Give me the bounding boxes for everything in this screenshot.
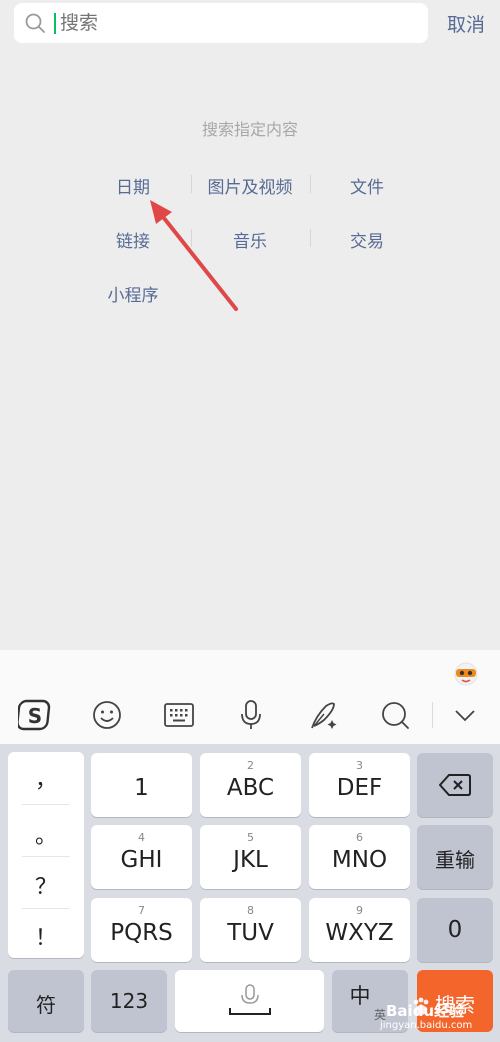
punctuation-exclamation-key[interactable]: ！ xyxy=(8,920,84,952)
key-label: 0 xyxy=(447,917,463,943)
backspace-icon xyxy=(439,774,471,796)
key-9-wxyz[interactable]: 9 WXYZ xyxy=(309,898,410,962)
key-7-pqrs[interactable]: 7 PQRS xyxy=(91,898,192,962)
mascot-icon[interactable] xyxy=(452,660,480,686)
filter-transactions[interactable]: 交易 xyxy=(297,227,437,252)
punctuation-divider xyxy=(22,856,70,857)
symbol-key[interactable]: 符 xyxy=(8,970,84,1032)
annotation-arrow xyxy=(150,200,238,311)
search-box[interactable] xyxy=(14,3,428,43)
key-label: ABC xyxy=(226,775,275,801)
key-label: GHI xyxy=(120,847,163,873)
key-label: MNO xyxy=(331,847,388,873)
handwriting-icon[interactable] xyxy=(306,698,340,732)
key-label: WXYZ xyxy=(325,920,394,946)
search-icon xyxy=(25,13,45,33)
emoji-icon[interactable] xyxy=(90,698,124,732)
key-label: DEF xyxy=(336,775,383,801)
collapse-keyboard-icon[interactable] xyxy=(448,698,482,732)
watermark-brand: Baidu经验 xyxy=(386,1002,465,1020)
svg-text:S: S xyxy=(28,704,42,728)
key-number: 9 xyxy=(356,904,363,917)
text-caret xyxy=(54,13,56,34)
punctuation-divider xyxy=(22,804,70,805)
key-6-mno[interactable]: 6 MNO xyxy=(309,825,410,889)
key-label: 1 xyxy=(134,775,149,801)
key-label: TUV xyxy=(227,920,274,946)
key-number: 4 xyxy=(138,831,145,844)
numeric-key[interactable]: 123 xyxy=(91,970,167,1032)
toolbar-divider xyxy=(432,702,433,728)
key-3-def[interactable]: 3 DEF xyxy=(309,753,410,817)
punctuation-panel: ， 。 ？ ！ xyxy=(8,752,84,958)
watermark: Baidu经验 jingyan.baidu.com xyxy=(380,990,496,1036)
key-0[interactable]: 0 xyxy=(417,898,493,962)
filter-divider xyxy=(310,175,311,193)
keyboard-toolbar: S xyxy=(0,650,500,744)
key-2-abc[interactable]: 2 ABC xyxy=(200,753,301,817)
key-label: 123 xyxy=(109,989,149,1013)
key-label: 重输 xyxy=(435,848,475,872)
search-input[interactable] xyxy=(60,11,420,35)
key-number: 8 xyxy=(247,904,254,917)
punctuation-question-key[interactable]: ？ xyxy=(8,869,84,901)
filter-files[interactable]: 文件 xyxy=(297,173,437,198)
filter-divider xyxy=(310,229,311,247)
watermark-url: jingyan.baidu.com xyxy=(380,1020,473,1031)
space-microphone-icon xyxy=(229,984,271,1015)
keyboard-icon[interactable] xyxy=(162,698,196,732)
key-number: 2 xyxy=(247,759,254,772)
key-number: 5 xyxy=(247,831,254,844)
key-8-tuv[interactable]: 8 TUV xyxy=(200,898,301,962)
filter-divider xyxy=(191,175,192,193)
space-key[interactable] xyxy=(175,970,324,1032)
key-label: PQRS xyxy=(110,920,173,946)
key-5-jkl[interactable]: 5 JKL xyxy=(200,825,301,889)
reinput-key[interactable]: 重输 xyxy=(417,825,493,889)
sogou-logo-icon[interactable]: S xyxy=(18,698,52,732)
key-label: JKL xyxy=(233,847,268,873)
key-number: 7 xyxy=(138,904,145,917)
keyboard: S ， 。 ？ ！ 1 2 ABC 3 DEF 4 GHI 5 JKL 6 MN… xyxy=(0,650,500,1042)
microphone-icon[interactable] xyxy=(234,698,268,732)
key-label: 符 xyxy=(36,993,56,1017)
backspace-key[interactable] xyxy=(417,753,493,817)
punctuation-divider xyxy=(22,908,70,909)
cancel-button[interactable]: 取消 xyxy=(438,10,494,37)
key-number: 6 xyxy=(356,831,363,844)
key-4-ghi[interactable]: 4 GHI xyxy=(91,825,192,889)
filter-section-title: 搜索指定内容 xyxy=(201,120,298,139)
key-number: 3 xyxy=(356,759,363,772)
search-icon[interactable] xyxy=(378,698,412,732)
key-1[interactable]: 1 xyxy=(91,753,192,817)
punctuation-comma-key[interactable]: ， xyxy=(8,762,84,794)
punctuation-period-key[interactable]: 。 xyxy=(8,818,84,850)
